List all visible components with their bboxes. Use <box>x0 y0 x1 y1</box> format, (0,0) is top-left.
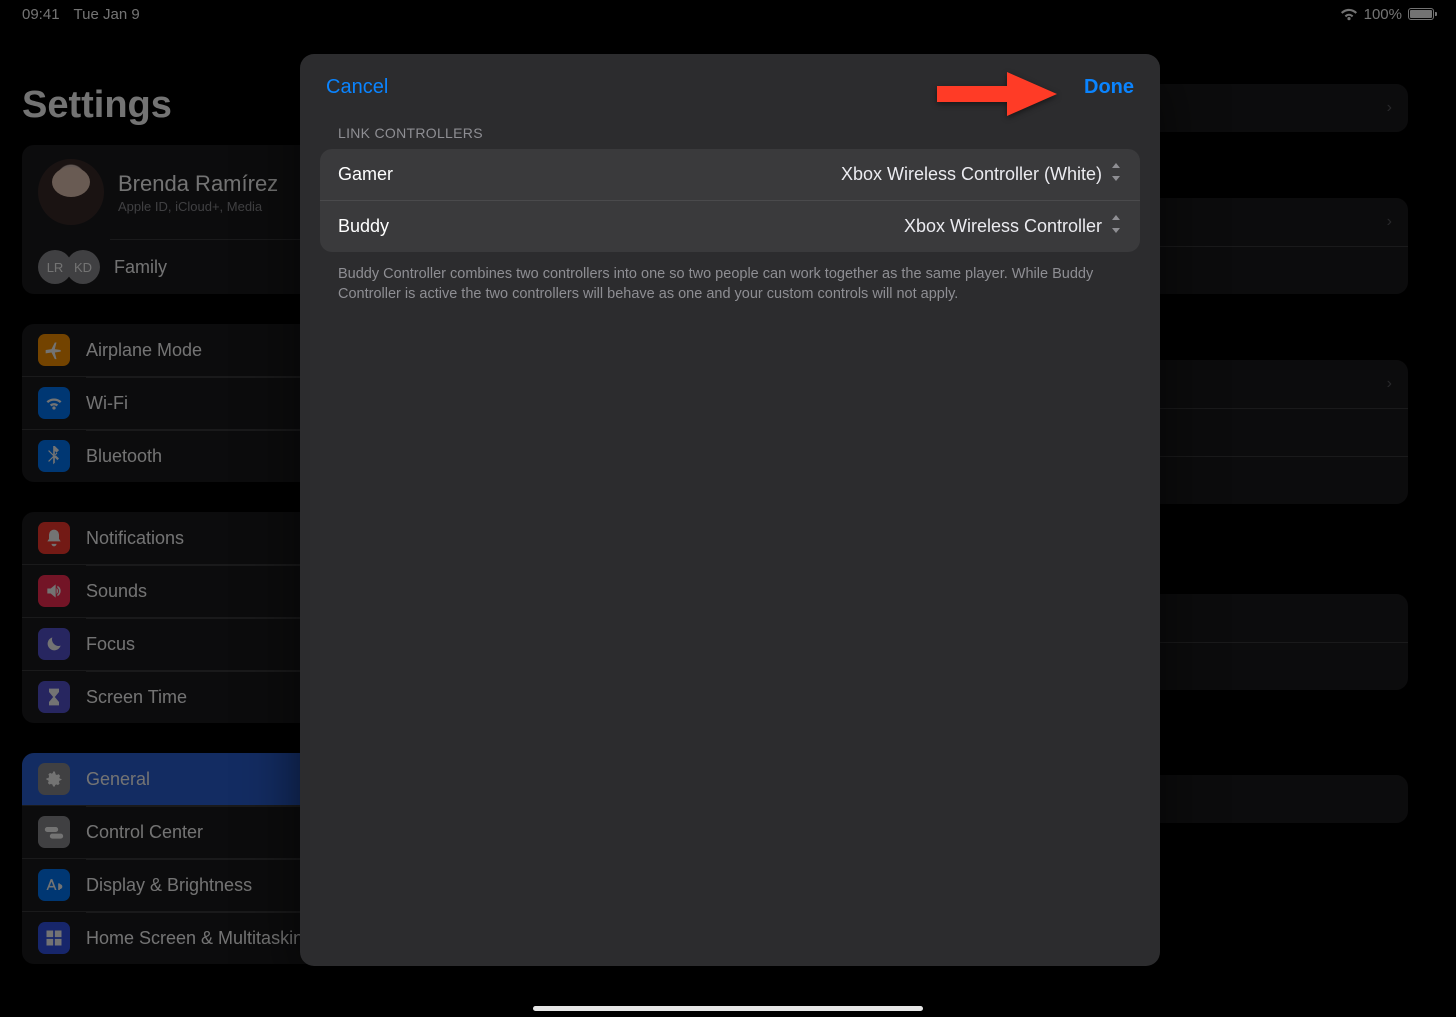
controller-row-buddy[interactable]: Buddy Xbox Wireless Controller <box>320 200 1140 252</box>
home-indicator <box>533 1006 923 1011</box>
controller-value: Xbox Wireless Controller (White) <box>841 163 1122 186</box>
controller-value-text: Xbox Wireless Controller (White) <box>841 164 1102 185</box>
controller-list: Gamer Xbox Wireless Controller (White) B… <box>320 149 1140 252</box>
updown-icon <box>1110 215 1122 238</box>
controller-role-label: Gamer <box>338 164 393 185</box>
updown-icon <box>1110 163 1122 186</box>
controller-row-gamer[interactable]: Gamer Xbox Wireless Controller (White) <box>320 149 1140 200</box>
done-button[interactable]: Done <box>1084 76 1134 99</box>
link-controllers-modal: Cancel Done LINK CONTROLLERS Gamer Xbox … <box>300 54 1160 966</box>
controller-value: Xbox Wireless Controller <box>904 215 1122 238</box>
controller-role-label: Buddy <box>338 216 389 237</box>
controller-value-text: Xbox Wireless Controller <box>904 216 1102 237</box>
modal-header: Cancel Done <box>300 54 1160 125</box>
cancel-button[interactable]: Cancel <box>326 76 388 99</box>
section-header: LINK CONTROLLERS <box>300 125 1160 149</box>
modal-footer-text: Buddy Controller combines two controller… <box>300 252 1160 317</box>
